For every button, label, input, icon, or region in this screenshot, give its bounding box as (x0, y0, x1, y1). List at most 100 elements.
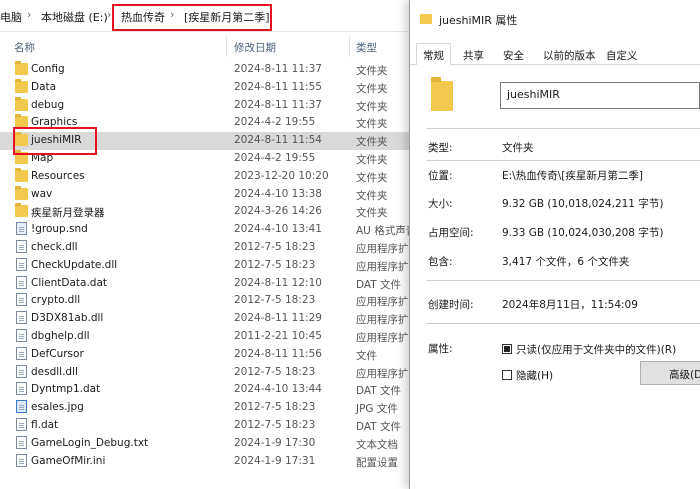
folder-icon (15, 167, 28, 182)
file-date: 2011-2-21 10:45 (234, 330, 322, 342)
file-icon (16, 453, 27, 467)
breadcrumb-computer[interactable]: 电脑 (0, 9, 22, 25)
file-type: 文件夹 (356, 65, 388, 77)
folder-icon (15, 78, 28, 93)
column-divider[interactable] (349, 35, 350, 57)
file-name: debug (31, 98, 65, 111)
hidden-label: 隐藏(H) (516, 370, 554, 382)
file-type: DAT 文件 (356, 278, 402, 291)
file-type: 文件夹 (356, 82, 388, 95)
file-name: GameLogin_Debug.txt (31, 436, 149, 449)
highlight-box (112, 4, 272, 31)
file-date: 2023-12-20 10:20 (234, 169, 329, 182)
file-type: 文件夹 (356, 118, 388, 131)
column-divider[interactable] (226, 35, 227, 57)
divider (426, 128, 700, 129)
advanced-button[interactable]: 高级(D) (640, 361, 700, 385)
file-icon (16, 329, 27, 342)
size-label: 大小: (428, 198, 453, 210)
file-date: 2024-8-11 11:29 (234, 312, 322, 325)
column-date[interactable]: 修改日期 (234, 40, 276, 55)
file-name: DefCursor (31, 347, 84, 360)
file-date: 2024-8-11 11:56 (234, 347, 322, 360)
tab-previous-versions[interactable]: 以前的版本 (536, 43, 603, 65)
dialog-titlebar[interactable]: jueshiMIR 属性 (410, 0, 700, 38)
contains-label: 包含: (428, 256, 453, 268)
readonly-label: 只读(仅应用于文件夹中的文件)(R) (516, 344, 677, 356)
file-name: Dyntmp1.dat (31, 383, 101, 396)
disk-size-label: 占用空间: (428, 227, 474, 239)
type-label: 类型: (428, 142, 453, 154)
file-date: 2024-4-10 13:38 (234, 187, 322, 200)
file-icon (16, 382, 27, 396)
attributes-label: 属性: (428, 343, 453, 355)
tab-security[interactable]: 安全 (496, 43, 531, 65)
file-name: desdll.dll (31, 365, 78, 378)
file-name: GameOfMir.ini (31, 454, 106, 467)
file-type: 文件夹 (356, 136, 388, 149)
tab-sharing[interactable]: 共享 (456, 43, 491, 65)
column-type[interactable]: 类型 (356, 40, 377, 55)
file-icon (16, 400, 27, 414)
file-icon (16, 222, 27, 236)
file-icon (16, 435, 27, 449)
divider (426, 160, 700, 161)
file-icon (16, 293, 27, 307)
file-icon (16, 257, 27, 271)
location-value: E:\热血传奇\[疾星新月第二季] (502, 170, 643, 182)
file-name: D3DX81ab.dll (31, 312, 104, 325)
contains-value: 3,417 个文件，6 个文件夹 (502, 256, 630, 268)
file-name: wav (31, 187, 53, 200)
file-date: 2024-8-11 11:37 (234, 63, 322, 75)
file-date: 2012-7-5 18:23 (234, 241, 316, 253)
divider (426, 323, 700, 324)
file-type: 文件夹 (356, 189, 388, 202)
file-date: 2012-7-5 18:23 (234, 419, 316, 431)
breadcrumb-drive[interactable]: 本地磁盘 (E:) (41, 9, 108, 25)
file-type: DAT 文件 (356, 421, 402, 433)
file-date: 2012-7-5 18:23 (234, 258, 316, 271)
file-date: 2012-7-5 18:23 (234, 365, 316, 378)
folder-name-field[interactable]: jueshiMIR (500, 82, 700, 109)
file-type: 文件夹 (356, 154, 388, 166)
file-date: 2012-7-5 18:23 (234, 401, 316, 414)
tab-general[interactable]: 常规 (416, 43, 451, 66)
hidden-checkbox[interactable] (502, 370, 512, 380)
folder-icon (431, 77, 453, 111)
file-type: 文本文档 (356, 438, 398, 451)
file-date: 2024-8-11 11:37 (234, 98, 322, 111)
file-date: 2024-3-26 14:26 (234, 205, 322, 218)
file-type: 文件夹 (356, 171, 388, 184)
file-icon (16, 418, 27, 431)
tab-customize[interactable]: 自定义 (599, 43, 645, 65)
size-value: 9.32 GB (10,018,024,211 字节) (502, 198, 664, 210)
disk-size-value: 9.33 GB (10,024,030,208 字节) (502, 227, 664, 239)
location-label: 位置: (428, 170, 453, 182)
file-date: 2024-4-10 13:44 (234, 383, 322, 396)
file-name: fl.dat (31, 419, 59, 431)
file-name: ClientData.dat (31, 276, 108, 289)
file-type: 文件夹 (356, 100, 388, 113)
file-name: Data (31, 80, 57, 93)
tab-bar: 常规 共享 安全 以前的版本 自定义 (410, 43, 700, 66)
file-date: 2024-1-9 17:30 (234, 436, 316, 449)
file-type: AU 格式声音 (356, 225, 417, 238)
column-name[interactable]: 名称 (14, 40, 35, 55)
file-icon (16, 275, 27, 289)
file-icon (16, 240, 27, 253)
folder-icon (15, 96, 28, 111)
file-name: Resources (31, 169, 85, 182)
highlight-box (13, 127, 97, 155)
file-name: CheckUpdate.dll (31, 258, 118, 271)
divider (426, 280, 700, 281)
file-date: 2024-4-2 19:55 (234, 152, 316, 164)
chevron-right-icon: › (27, 8, 32, 21)
readonly-checkbox[interactable] (502, 344, 512, 354)
type-value: 文件夹 (502, 142, 534, 154)
file-name: !group.snd (31, 223, 88, 236)
file-icon (16, 364, 27, 378)
file-name: crypto.dll (31, 294, 81, 307)
file-name: Config (31, 63, 65, 75)
file-icon (16, 311, 27, 325)
file-date: 2024-8-11 11:54 (234, 134, 322, 147)
